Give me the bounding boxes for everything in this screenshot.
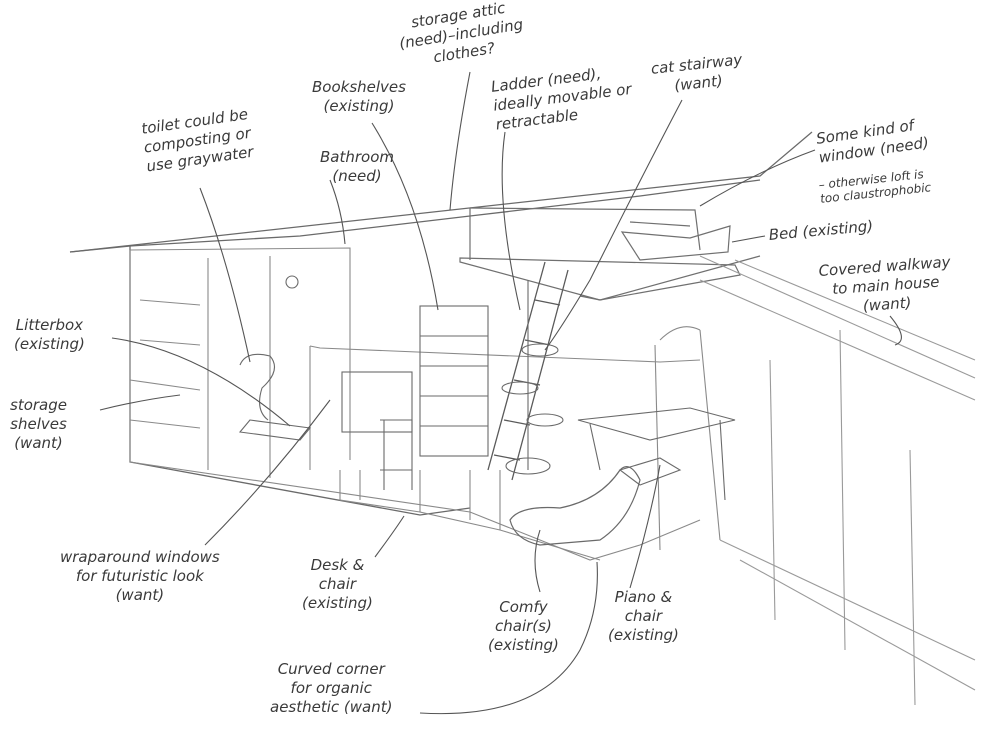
leader-wraparound xyxy=(204,399,331,546)
leader-ladder xyxy=(501,131,521,311)
leader-storage-attic xyxy=(449,71,471,211)
label-litterbox: Litterbox (existing) xyxy=(14,316,85,353)
label-walkway: Covered walkway to main house (want) xyxy=(818,252,952,315)
leader-cat-stairway xyxy=(544,99,683,351)
label-bathroom: Bathroom (need) xyxy=(320,148,395,185)
comfy-chair-sketch xyxy=(509,466,641,546)
bookshelf-sketch xyxy=(419,305,489,457)
roof xyxy=(69,131,813,516)
bathroom-sketch xyxy=(238,275,312,441)
diagram-canvas: storage attic (need)–including clothes? … xyxy=(0,0,987,729)
leader-bathroom xyxy=(329,179,346,245)
label-comfy-chairs: Comfy chair(s) (existing) xyxy=(488,598,559,654)
label-curved-corner: Curved corner for organic aesthetic (wan… xyxy=(270,660,393,716)
label-bookshelves: Bookshelves (existing) xyxy=(312,78,406,115)
desk-sketch xyxy=(341,371,413,490)
leader-window xyxy=(699,149,816,207)
label-wraparound: wraparound windows for futuristic look (… xyxy=(60,548,220,604)
leader-desk xyxy=(374,515,405,558)
leader-storage-shelves xyxy=(99,394,181,411)
label-desk-chair: Desk & chair (existing) xyxy=(302,556,373,612)
label-piano-chair: Piano & chair (existing) xyxy=(608,588,679,644)
leader-bed xyxy=(731,235,766,243)
walkway-sketch xyxy=(699,255,976,706)
leader-litterbox xyxy=(111,337,291,427)
label-storage-shelves: storage shelves (want) xyxy=(10,396,67,452)
